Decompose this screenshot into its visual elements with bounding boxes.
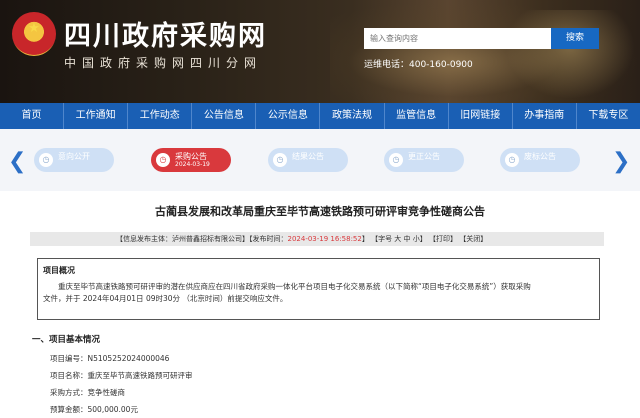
nav-item-publicity[interactable]: 公示信息 bbox=[256, 103, 321, 129]
row-value: 重庆至毕节高速铁路预可研评审 bbox=[87, 371, 193, 380]
site-subtitle: 中国政府采购网四川分网 bbox=[64, 56, 263, 70]
search-button[interactable]: 搜索 bbox=[551, 28, 599, 49]
row-value: 竞争性磋商 bbox=[87, 388, 126, 397]
nav-item-policies[interactable]: 政策法规 bbox=[320, 103, 385, 129]
search-input[interactable] bbox=[364, 28, 551, 49]
row-value: 500,000.00元 bbox=[87, 405, 138, 414]
step-intent-disclosure[interactable]: ◷ 意向公开 bbox=[34, 148, 114, 172]
step-void-notice[interactable]: ◷ 废标公告 bbox=[500, 148, 580, 172]
info-row-budget: 预算金额：500,000.00元 bbox=[50, 404, 138, 415]
publish-time: 2024-03-19 16:58:52 bbox=[287, 235, 362, 243]
nav-item-old-site[interactable]: 旧网链接 bbox=[449, 103, 513, 129]
clock-icon: ◷ bbox=[505, 153, 519, 167]
section-title: 一、项目基本情况 bbox=[32, 335, 101, 345]
info-row-project-number: 项目编号：N5105252024000046 bbox=[50, 353, 169, 364]
info-row-procurement-method: 采购方式：竞争性磋商 bbox=[50, 387, 125, 398]
clock-icon: ◷ bbox=[273, 153, 287, 167]
nav-item-home[interactable]: 首页 bbox=[0, 103, 65, 129]
row-label: 预算金额： bbox=[50, 405, 88, 414]
step-procurement-notice[interactable]: ◷ 采购公告 2024-03-19 bbox=[151, 148, 231, 172]
nav-item-supervision[interactable]: 监管信息 bbox=[385, 103, 449, 129]
overview-text-line2: 文件，并于 2024年04月01日 09时30分 （北京时间）前提交响应文件。 bbox=[43, 294, 288, 303]
clock-icon: ◷ bbox=[389, 153, 403, 167]
overview-text-line1: 重庆至毕节高速铁路预可研评审的潜在供应商应在四川省政府采购一体化平台项目电子化交… bbox=[58, 282, 531, 291]
notice-info-bar: 【信息发布主体：泸州普鑫招标有限公司】【发布时间：2024-03-19 16:5… bbox=[30, 232, 604, 246]
nav-item-work-news[interactable]: 工作动态 bbox=[128, 103, 193, 129]
notice-title: 古蔺县发展和改革局重庆至毕节高速铁路预可研评审竞争性磋商公告 bbox=[155, 205, 485, 218]
nav-item-work-notice[interactable]: 工作通知 bbox=[64, 103, 129, 129]
row-label: 采购方式： bbox=[50, 388, 88, 397]
nav-item-announcements[interactable]: 公告信息 bbox=[192, 103, 257, 129]
nav-item-downloads[interactable]: 下载专区 bbox=[577, 103, 640, 129]
support-hotline: 运维电话：400-160-0900 bbox=[364, 60, 473, 70]
info-publisher: 【信息发布主体：泸州普鑫招标有限公司】【发布时间： bbox=[116, 235, 288, 243]
project-overview-box: 项目概况 重庆至毕节高速铁路预可研评审的潜在供应商应在四川省政府采购一体化平台项… bbox=[37, 258, 600, 320]
national-emblem-icon: ★ bbox=[12, 12, 56, 56]
nav-item-guide[interactable]: 办事指南 bbox=[513, 103, 577, 129]
row-label: 项目编号： bbox=[50, 354, 88, 363]
step-label: 结果公告 bbox=[292, 152, 324, 161]
step-label: 意向公开 bbox=[58, 152, 90, 161]
site-header: ★ 四川政府采购网 中国政府采购网四川分网 搜索 运维电话：400-160-09… bbox=[0, 0, 640, 103]
header-banner-highlight bbox=[500, 10, 640, 103]
site-title[interactable]: 四川政府采购网 bbox=[64, 14, 267, 53]
info-actions[interactable]: 】 【字号 大 中 小】 【打印】 【关闭】 bbox=[362, 235, 487, 243]
clock-icon: ◷ bbox=[156, 153, 170, 167]
step-label: 废标公告 bbox=[524, 152, 556, 161]
row-label: 项目名称： bbox=[50, 371, 88, 380]
overview-heading: 项目概况 bbox=[43, 266, 75, 275]
main-nav: 首页 工作通知 工作动态 公告信息 公示信息 政策法规 监管信息 旧网链接 办事… bbox=[0, 103, 640, 129]
row-value: N5105252024000046 bbox=[87, 354, 170, 363]
step-correction-notice[interactable]: ◷ 更正公告 bbox=[384, 148, 464, 172]
step-label: 更正公告 bbox=[408, 152, 440, 161]
step-result-notice[interactable]: ◷ 结果公告 bbox=[268, 148, 348, 172]
step-date: 2024-03-19 bbox=[175, 161, 210, 168]
chevron-left-icon[interactable]: ❮ bbox=[8, 149, 26, 174]
clock-icon: ◷ bbox=[39, 153, 53, 167]
info-row-project-name: 项目名称：重庆至毕节高速铁路预可研评审 bbox=[50, 370, 193, 381]
chevron-right-icon[interactable]: ❯ bbox=[612, 149, 630, 174]
